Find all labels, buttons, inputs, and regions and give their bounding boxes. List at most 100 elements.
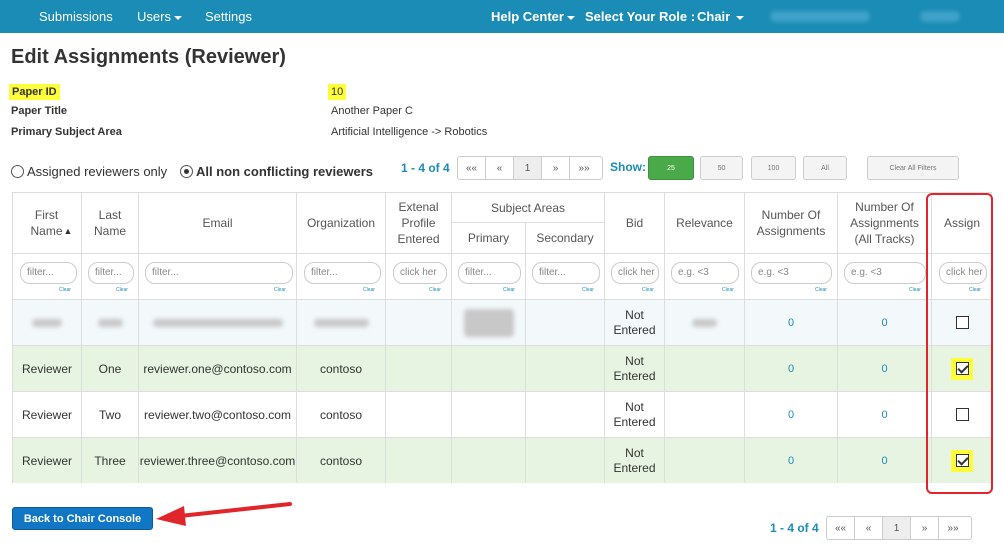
pager-last-button[interactable]: »» bbox=[570, 157, 598, 179]
sort-up-icon: ▲ bbox=[63, 226, 73, 236]
paper-title-label: Paper Title bbox=[11, 105, 68, 117]
header-first-name[interactable]: First Name ▲ bbox=[13, 193, 82, 254]
header-email[interactable]: Email bbox=[139, 193, 297, 254]
nav-settings[interactable]: Settings bbox=[205, 9, 252, 24]
organization-cell: contoso bbox=[297, 438, 386, 483]
redacted-user-menu[interactable] bbox=[920, 11, 960, 22]
clear-link[interactable]: Clear bbox=[116, 287, 128, 293]
email-cell: reviewer.two@contoso.com bbox=[139, 392, 297, 438]
header-primary[interactable]: Primary bbox=[452, 223, 526, 254]
table-cell bbox=[82, 300, 139, 346]
num-assignments-all-link[interactable]: 0 bbox=[838, 346, 932, 392]
role-selector-label: Chair bbox=[697, 9, 731, 24]
num-assignments-filter[interactable]: e.g. <3 bbox=[751, 262, 832, 284]
clear-link[interactable]: Clear bbox=[274, 287, 286, 293]
num-assignments-link[interactable]: 0 bbox=[745, 392, 838, 438]
show-100-button[interactable]: 100 bbox=[751, 156, 796, 180]
header-external-profile[interactable]: Extenal Profile Entered bbox=[386, 193, 452, 254]
num-assignments-all-link[interactable]: 0 bbox=[838, 438, 932, 483]
table-cell bbox=[452, 346, 526, 392]
external-profile-filter[interactable]: click her bbox=[393, 262, 447, 284]
first-name-cell: Reviewer bbox=[13, 438, 82, 483]
pager-next-button[interactable]: » bbox=[542, 157, 570, 179]
role-label: Select Your Role : bbox=[585, 9, 696, 24]
clear-all-filters-button[interactable]: Clear All Filters bbox=[867, 156, 959, 180]
primary-filter[interactable]: filter... bbox=[458, 262, 521, 284]
clear-link[interactable]: Clear bbox=[59, 287, 71, 293]
redacted-text bbox=[152, 318, 283, 327]
header-secondary[interactable]: Secondary bbox=[526, 223, 605, 254]
pager-first-button[interactable]: «« bbox=[458, 157, 486, 179]
table-cell bbox=[665, 438, 745, 483]
header-subject-areas: Subject Areas bbox=[452, 193, 605, 223]
clear-link[interactable]: Clear bbox=[815, 287, 827, 293]
pager-prev-button[interactable]: « bbox=[855, 517, 883, 539]
clear-link[interactable]: Clear bbox=[642, 287, 654, 293]
pager-top: «« « 1 » »» bbox=[457, 156, 603, 180]
email-filter[interactable]: filter... bbox=[145, 262, 293, 284]
last-name-cell: Two bbox=[82, 392, 139, 438]
header-bid[interactable]: Bid bbox=[605, 193, 665, 254]
pager-last-button[interactable]: »» bbox=[939, 517, 967, 539]
pager-first-button[interactable]: «« bbox=[827, 517, 855, 539]
pager-bottom: «« « 1 » »» bbox=[826, 516, 972, 540]
show-all-button[interactable]: All bbox=[803, 156, 847, 180]
num-assignments-all-link[interactable]: 0 bbox=[838, 392, 932, 438]
radio-all-non-conflicting[interactable]: All non conflicting reviewers bbox=[180, 164, 373, 179]
nav-submissions[interactable]: Submissions bbox=[39, 9, 113, 24]
num-assignments-link[interactable]: 0 bbox=[745, 300, 838, 346]
result-count-top: 1 - 4 of 4 bbox=[401, 161, 450, 175]
pager-page-1[interactable]: 1 bbox=[514, 157, 542, 179]
table-cell bbox=[139, 300, 297, 346]
radio-assigned-only-label: Assigned reviewers only bbox=[27, 164, 168, 179]
radio-assigned-only[interactable]: Assigned reviewers only bbox=[11, 164, 167, 179]
result-count-bottom: 1 - 4 of 4 bbox=[770, 521, 819, 535]
show-50-button[interactable]: 50 bbox=[700, 156, 743, 180]
clear-link[interactable]: Clear bbox=[503, 287, 515, 293]
relevance-filter[interactable]: e.g. <3 bbox=[671, 262, 739, 284]
clear-link[interactable]: Clear bbox=[722, 287, 734, 293]
radio-off-icon bbox=[11, 165, 24, 178]
nav-help-center[interactable]: Help Center bbox=[491, 9, 575, 24]
num-assignments-all-link[interactable]: 0 bbox=[838, 300, 932, 346]
header-organization[interactable]: Organization bbox=[297, 193, 386, 254]
pager-page-1[interactable]: 1 bbox=[883, 517, 911, 539]
header-num-assignments[interactable]: Number Of Assignments bbox=[745, 193, 838, 254]
bid-filter[interactable]: click her bbox=[611, 262, 659, 284]
last-name-cell: Three bbox=[82, 438, 139, 483]
organization-cell: contoso bbox=[297, 392, 386, 438]
email-cell: reviewer.three@contoso.com bbox=[139, 438, 297, 483]
table-cell bbox=[386, 346, 452, 392]
num-assignments-link[interactable]: 0 bbox=[745, 346, 838, 392]
first-name-cell: Reviewer bbox=[13, 392, 82, 438]
header-num-assignments-all[interactable]: Number Of Assignments (All Tracks) bbox=[838, 193, 932, 254]
chevron-down-icon bbox=[736, 15, 745, 20]
header-last-name[interactable]: Last Name bbox=[82, 193, 139, 254]
clear-link[interactable]: Clear bbox=[582, 287, 594, 293]
redacted-text bbox=[463, 308, 514, 337]
radio-on-icon bbox=[180, 165, 193, 178]
redacted-user-name bbox=[770, 11, 870, 22]
clear-link[interactable]: Clear bbox=[429, 287, 441, 293]
last-name-filter[interactable]: filter... bbox=[88, 262, 134, 284]
top-navbar: Submissions Users Settings Help Center S… bbox=[0, 0, 1004, 33]
clear-link[interactable]: Clear bbox=[363, 287, 375, 293]
organization-filter[interactable]: filter... bbox=[304, 262, 381, 284]
table-cell bbox=[526, 300, 605, 346]
table-cell bbox=[526, 392, 605, 438]
email-cell: reviewer.one@contoso.com bbox=[139, 346, 297, 392]
pager-prev-button[interactable]: « bbox=[486, 157, 514, 179]
first-name-filter[interactable]: filter... bbox=[20, 262, 77, 284]
num-assignments-all-filter[interactable]: e.g. <3 bbox=[844, 262, 926, 284]
nav-help-center-label: Help Center bbox=[491, 9, 564, 24]
secondary-filter[interactable]: filter... bbox=[532, 262, 600, 284]
nav-users[interactable]: Users bbox=[137, 9, 182, 24]
show-25-button[interactable]: 25 bbox=[648, 156, 694, 180]
clear-link[interactable]: Clear bbox=[909, 287, 921, 293]
pager-next-button[interactable]: » bbox=[911, 517, 939, 539]
paper-id-label: Paper ID bbox=[9, 84, 60, 100]
back-to-chair-console-button[interactable]: Back to Chair Console bbox=[12, 507, 153, 530]
num-assignments-link[interactable]: 0 bbox=[745, 438, 838, 483]
header-relevance[interactable]: Relevance bbox=[665, 193, 745, 254]
role-selector[interactable]: Chair bbox=[697, 9, 745, 24]
